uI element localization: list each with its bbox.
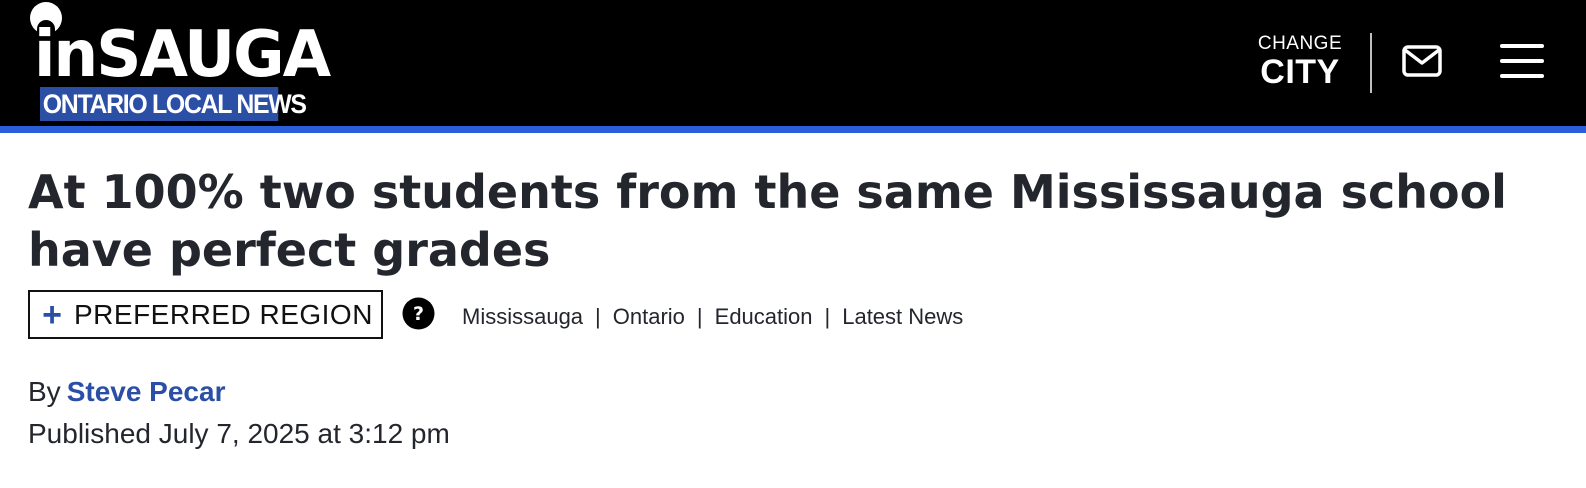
mail-icon[interactable] bbox=[1402, 45, 1442, 77]
preferred-region-label: PREFERRED REGION bbox=[74, 298, 373, 330]
category-link-latest-news[interactable]: Latest News bbox=[842, 304, 963, 330]
hamburger-menu-icon[interactable] bbox=[1500, 42, 1544, 80]
published-date: Published July 7, 2025 at 3:12 pm bbox=[28, 418, 450, 449]
change-city-button[interactable]: CHANGE CITY bbox=[1254, 34, 1346, 94]
logo-wordmark: inSAUGA bbox=[34, 18, 331, 92]
header-accent-line bbox=[0, 126, 1586, 133]
change-city-label-top: CHANGE bbox=[1257, 33, 1343, 54]
change-city-label-bottom: CITY bbox=[1260, 53, 1340, 91]
byline: By Steve Pecar bbox=[28, 374, 225, 410]
category-links: Mississauga | Ontario | Education | Late… bbox=[462, 302, 963, 332]
svg-text:?: ? bbox=[413, 303, 424, 325]
category-link-ontario[interactable]: Ontario bbox=[613, 304, 685, 330]
category-separator: | bbox=[696, 304, 703, 329]
article-headline: At 100% two students from the same Missi… bbox=[28, 165, 1507, 277]
help-question-icon[interactable]: ? bbox=[402, 297, 435, 330]
preferred-region-button[interactable]: + PREFERRED REGION bbox=[28, 290, 383, 339]
header-divider bbox=[1370, 33, 1372, 93]
site-header: inSAUGA ONTARIO LOCAL NEWS CHANGE CITY bbox=[0, 0, 1586, 126]
category-link-mississauga[interactable]: Mississauga bbox=[462, 304, 583, 330]
category-separator: | bbox=[595, 304, 601, 329]
author-link[interactable]: Steve Pecar bbox=[67, 376, 226, 407]
byline-prefix: By bbox=[28, 376, 61, 407]
category-link-education[interactable]: Education bbox=[715, 304, 813, 330]
site-logo[interactable]: inSAUGA ONTARIO LOCAL NEWS bbox=[28, 0, 331, 124]
plus-icon: + bbox=[42, 295, 62, 334]
logo-tagline: ONTARIO LOCAL NEWS bbox=[40, 87, 307, 121]
category-separator: | bbox=[824, 304, 831, 329]
